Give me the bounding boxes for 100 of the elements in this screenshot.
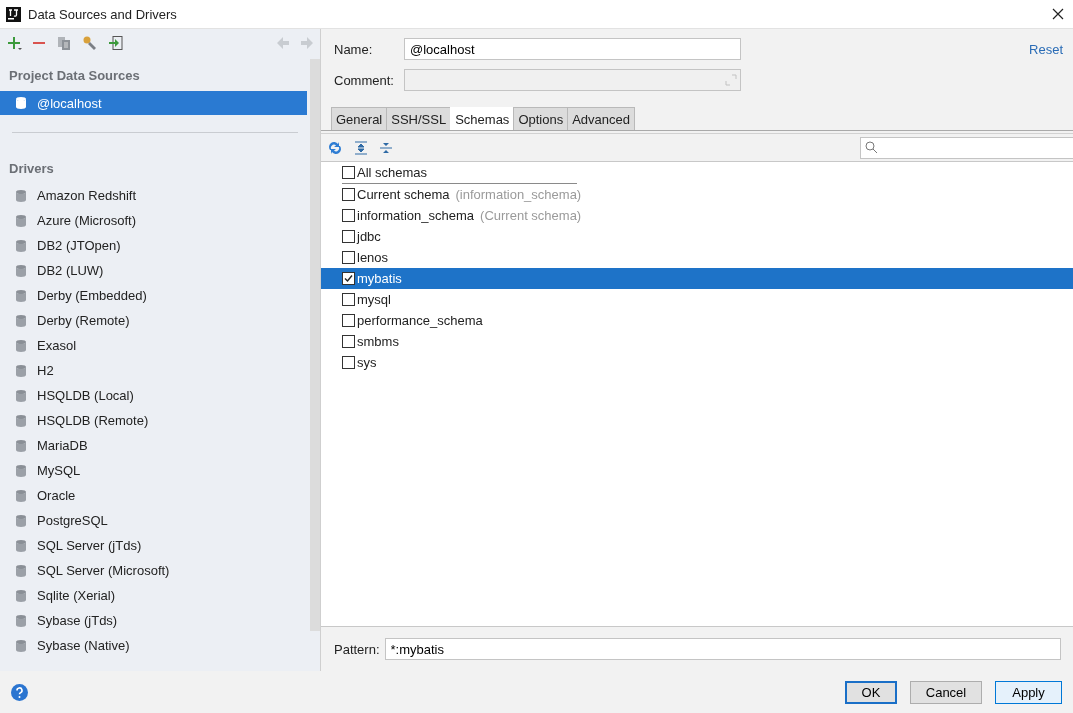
schema-row[interactable]: performance_schema: [321, 310, 1073, 331]
checkbox[interactable]: [342, 230, 355, 243]
database-icon: [14, 438, 28, 453]
schema-row[interactable]: lenos: [321, 247, 1073, 268]
cancel-button[interactable]: Cancel: [910, 680, 982, 704]
schema-name: Current schema: [357, 187, 450, 202]
tab[interactable]: General: [331, 107, 388, 130]
driver-item[interactable]: Sqlite (Xerial): [0, 583, 310, 608]
database-icon: [14, 288, 28, 303]
database-icon: [14, 363, 28, 378]
driver-item[interactable]: DB2 (LUW): [0, 258, 310, 283]
driver-item[interactable]: Exasol: [0, 333, 310, 358]
checkbox[interactable]: [342, 251, 355, 264]
search-icon: [865, 141, 878, 154]
database-icon: [14, 238, 28, 253]
driver-item[interactable]: MariaDB: [0, 433, 310, 458]
driver-item[interactable]: H2: [0, 358, 310, 383]
schema-row[interactable]: All schemas: [321, 162, 1073, 183]
close-icon[interactable]: [1052, 8, 1064, 20]
checkbox[interactable]: [342, 293, 355, 306]
database-icon: [14, 588, 28, 603]
schema-name: jdbc: [357, 229, 381, 244]
section-header: Drivers: [8, 159, 55, 178]
wrench-icon[interactable]: [82, 35, 98, 51]
schema-name: sys: [357, 355, 377, 370]
field-label: Name:: [334, 41, 374, 57]
database-icon: [14, 513, 28, 528]
checkbox[interactable]: [342, 356, 355, 369]
checkbox[interactable]: [342, 166, 355, 179]
comment-field[interactable]: [404, 69, 741, 91]
driver-item[interactable]: PostgreSQL: [0, 508, 310, 533]
schema-row[interactable]: smbms: [321, 331, 1073, 352]
driver-item[interactable]: HSQLDB (Local): [0, 383, 310, 408]
schema-note: (Current schema): [480, 208, 582, 223]
checkbox[interactable]: [342, 272, 355, 285]
help-icon[interactable]: [11, 683, 28, 701]
schema-name: performance_schema: [357, 313, 483, 328]
database-icon: [14, 413, 28, 428]
database-icon: [14, 488, 28, 503]
schema-row[interactable]: sys: [321, 352, 1073, 373]
database-icon: [14, 388, 28, 403]
database-icon: [14, 563, 28, 578]
driver-item[interactable]: Derby (Embedded): [0, 283, 310, 308]
app-logo-icon: [6, 6, 21, 22]
database-icon: [14, 463, 28, 478]
window-title: Data Sources and Drivers: [28, 6, 177, 22]
driver-item[interactable]: Oracle: [0, 483, 310, 508]
checkbox[interactable]: [342, 335, 355, 348]
tab[interactable]: Options: [513, 107, 569, 130]
schema-name: lenos: [357, 250, 389, 265]
schema-row[interactable]: Current schema (information_schema): [321, 184, 1073, 205]
field-label: Comment:: [334, 72, 395, 88]
tab[interactable]: Schemas: [450, 107, 515, 130]
tab[interactable]: Advanced: [567, 107, 635, 130]
driver-item[interactable]: Azure (Microsoft): [0, 208, 310, 233]
data-source-item[interactable]: @localhost: [0, 91, 307, 115]
search-field[interactable]: [860, 136, 1073, 159]
checkbox[interactable]: [342, 314, 355, 327]
driver-item[interactable]: SQL Server (Microsoft): [0, 558, 310, 583]
pattern-field[interactable]: *:mybatis: [384, 638, 1061, 660]
name-field[interactable]: @localhost: [404, 38, 741, 60]
import-icon[interactable]: [108, 35, 124, 51]
schema-row[interactable]: information_schema (Current schema): [321, 205, 1073, 226]
collapse-all-icon[interactable]: [379, 140, 393, 155]
copy-icon[interactable]: [56, 35, 72, 51]
driver-item[interactable]: DB2 (JTOpen): [0, 233, 310, 258]
schema-name: All schemas: [357, 165, 428, 180]
ok-button[interactable]: OK: [845, 680, 897, 704]
driver-item[interactable]: MySQL: [0, 458, 310, 483]
schema-name: mybatis: [357, 271, 402, 286]
driver-item[interactable]: Sybase (jTds): [0, 608, 310, 633]
checkbox[interactable]: [342, 188, 355, 201]
database-icon: [14, 188, 28, 203]
driver-item[interactable]: Derby (Remote): [0, 308, 310, 333]
add-icon[interactable]: [6, 35, 22, 51]
schema-name: smbms: [357, 334, 399, 349]
field-label: Pattern:: [334, 641, 380, 657]
schema-row[interactable]: jdbc: [321, 226, 1073, 247]
expand-all-icon[interactable]: [354, 140, 368, 155]
schema-note: (information_schema): [455, 187, 582, 202]
database-icon: [14, 313, 28, 328]
driver-item[interactable]: Sybase (Native): [0, 633, 310, 658]
database-icon: [14, 96, 28, 110]
scrollbar[interactable]: [310, 59, 320, 631]
database-icon: [14, 613, 28, 628]
driver-item[interactable]: Amazon Redshift: [0, 183, 310, 208]
tab[interactable]: SSH/SSL: [386, 107, 452, 130]
schema-row[interactable]: mybatis: [321, 268, 1073, 289]
driver-item[interactable]: SQL Server (jTds): [0, 533, 310, 558]
refresh-icon[interactable]: [327, 139, 343, 156]
schema-name: mysql: [357, 292, 391, 307]
schema-name: information_schema: [357, 208, 475, 223]
database-icon: [14, 263, 28, 278]
driver-item[interactable]: HSQLDB (Remote): [0, 408, 310, 433]
schema-row[interactable]: mysql: [321, 289, 1073, 310]
database-icon: [14, 213, 28, 228]
checkbox[interactable]: [342, 209, 355, 222]
database-icon: [14, 638, 28, 653]
apply-button[interactable]: Apply: [995, 680, 1062, 704]
reset-link[interactable]: Reset: [1029, 41, 1063, 57]
